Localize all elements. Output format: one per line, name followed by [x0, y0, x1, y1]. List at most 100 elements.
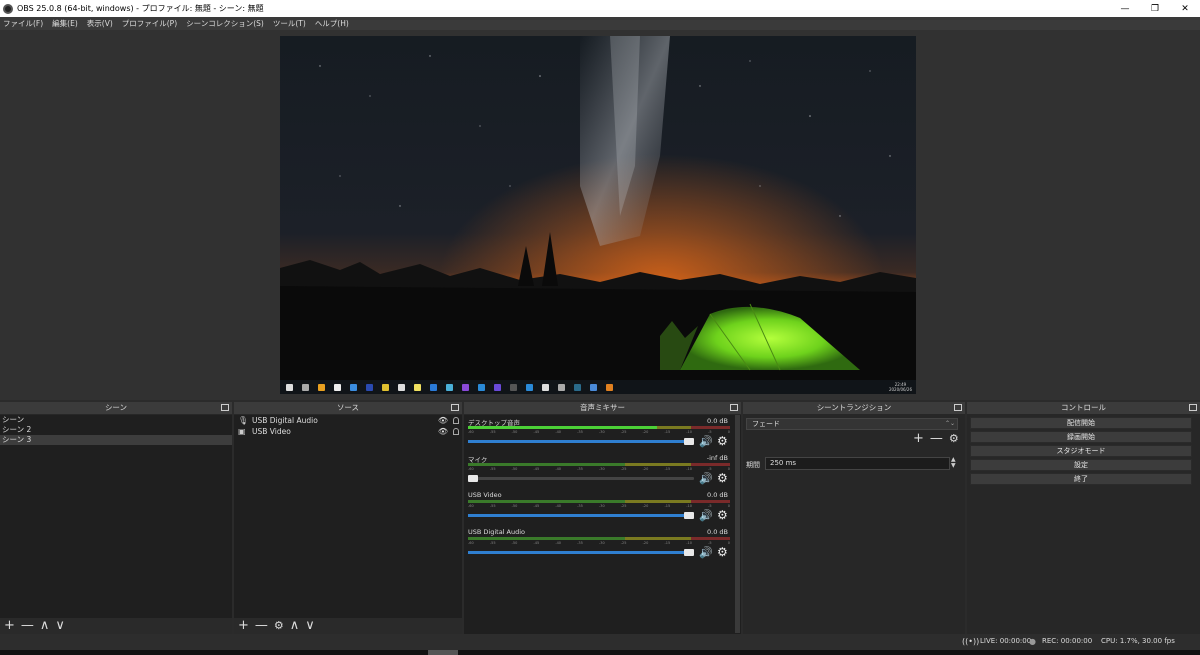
- maximize-button[interactable]: ❐: [1140, 0, 1170, 17]
- mail-icon: [350, 383, 357, 391]
- meter-tick-label: -35: [577, 504, 583, 508]
- chevron-updown-icon: ⌃⌄: [944, 420, 955, 427]
- studio-mode-button[interactable]: スタジオモード: [970, 445, 1192, 457]
- night-sky-image: [280, 36, 916, 394]
- exit-button[interactable]: 終了: [970, 473, 1192, 485]
- controls-title: コントロール: [1061, 403, 1106, 412]
- source-item[interactable]: 🎙 USB Digital Audio 👁: [234, 415, 462, 426]
- visibility-eye-icon[interactable]: 👁: [438, 416, 448, 425]
- move-source-up-button[interactable]: ∧: [290, 618, 300, 634]
- remove-transition-button[interactable]: —: [930, 432, 943, 446]
- vscode-icon: [478, 383, 485, 391]
- close-button[interactable]: ✕: [1170, 0, 1200, 17]
- fader-knob[interactable]: [684, 438, 694, 445]
- meter-tick-label: -60: [468, 467, 474, 471]
- gear-icon[interactable]: ⚙: [717, 545, 728, 559]
- cpu-fps: CPU: 1.7%, 30.00 fps: [1101, 637, 1175, 645]
- meter-tick-label: -50: [511, 541, 518, 545]
- remove-source-button[interactable]: —: [255, 618, 268, 634]
- source-properties-button[interactable]: ⚙: [274, 618, 284, 634]
- speaker-icon[interactable]: 🔊: [699, 435, 713, 448]
- scene-item[interactable]: シーン 2: [0, 425, 232, 435]
- add-transition-button[interactable]: +: [913, 432, 924, 446]
- gear-icon[interactable]: ⚙: [717, 434, 728, 448]
- gear-icon[interactable]: ⚙: [717, 471, 728, 485]
- preview-area: 22:49 2020/06/26: [0, 30, 1200, 400]
- taskbar-thumb: [428, 650, 458, 655]
- transition-properties-gear-icon[interactable]: ⚙: [949, 432, 959, 446]
- menu-help[interactable]: ヘルプ(H): [315, 18, 349, 29]
- volume-fader[interactable]: [468, 475, 694, 482]
- menu-file[interactable]: ファイル(F): [3, 18, 43, 29]
- scenes-toolbar: + — ∧ ∨: [0, 618, 232, 634]
- menu-profile[interactable]: プロファイル(P): [122, 18, 177, 29]
- app2-icon: [494, 383, 501, 391]
- preview-taskbar: 22:49 2020/06/26: [280, 380, 916, 394]
- settings-button[interactable]: 設定: [970, 459, 1192, 471]
- volume-meter: [468, 426, 730, 429]
- mixer-channel: USB Digital Audio 0.0 dB -60 -55 -50 -45 -40 -3…: [466, 528, 730, 564]
- menu-scene-collection[interactable]: シーンコレクション(S): [186, 18, 264, 29]
- fader-knob[interactable]: [684, 512, 694, 519]
- transitions-body: フェード ⌃⌄ + — ⚙ 期間 250 ms ▲ ▼: [743, 415, 965, 634]
- meter-tick-label: -30: [598, 504, 605, 508]
- remove-scene-button[interactable]: —: [21, 618, 34, 634]
- fader-knob[interactable]: [468, 475, 478, 482]
- speaker-icon[interactable]: 🔊: [699, 472, 713, 485]
- add-source-button[interactable]: +: [238, 618, 249, 634]
- undock-icon[interactable]: [1189, 404, 1197, 411]
- live-indicator-icon: ((•)): [962, 637, 980, 646]
- scene-item[interactable]: シーン 3: [0, 435, 232, 445]
- minimize-button[interactable]: —: [1110, 0, 1140, 17]
- mixer-channel: デスクトップ音声 0.0 dB -60 -55 -50 -45 -40 -35 -30 -25 -2…: [466, 417, 730, 453]
- scene-item[interactable]: シーン: [0, 415, 232, 425]
- start-recording-button[interactable]: 録画開始: [970, 431, 1192, 443]
- start-streaming-button[interactable]: 配信開始: [970, 417, 1192, 429]
- undock-icon[interactable]: [730, 404, 738, 411]
- speaker-icon[interactable]: 🔊: [699, 546, 713, 559]
- undock-icon[interactable]: [954, 404, 962, 411]
- meter-tick-label: -25: [620, 504, 627, 508]
- chrome-icon: [318, 383, 325, 391]
- fader-knob[interactable]: [684, 549, 694, 556]
- controls-dock: コントロール 配信開始 録画開始 スタジオモード 設定 終了: [967, 402, 1200, 634]
- duration-spinner-icon[interactable]: ▲ ▼: [951, 457, 956, 469]
- move-source-down-button[interactable]: ∨: [305, 618, 315, 634]
- scenes-dock: シーン シーン シーン 2 シーン 3 + — ∧ ∨: [0, 402, 232, 634]
- transitions-dock: シーントランジション フェード ⌃⌄ + — ⚙ 期間 250 ms ▲ ▼: [743, 402, 965, 634]
- meter-ticks: -60 -55 -50 -45 -40 -35 -30 -25 -20 -15 -10 -5 0: [468, 467, 730, 472]
- menu-edit[interactable]: 編集(E): [52, 18, 78, 29]
- speaker-icon[interactable]: 🔊: [699, 509, 713, 522]
- meter-tick-label: -15: [664, 430, 671, 434]
- obs-logo-icon: [3, 3, 13, 14]
- sources-list: 🎙 USB Digital Audio 👁 ▣ USB Video 👁 + — …: [234, 415, 462, 634]
- volume-fader[interactable]: [468, 438, 694, 445]
- sources-dock: ソース 🎙 USB Digital Audio 👁 ▣ USB Video 👁 …: [234, 402, 462, 634]
- move-scene-up-button[interactable]: ∧: [40, 618, 50, 634]
- meter-tick-label: -45: [533, 467, 540, 471]
- menu-tools[interactable]: ツール(T): [273, 18, 306, 29]
- lock-icon[interactable]: [453, 428, 459, 435]
- add-scene-button[interactable]: +: [4, 618, 15, 634]
- program-preview[interactable]: 22:49 2020/06/26: [280, 36, 916, 394]
- mixer-scrollbar[interactable]: [735, 415, 740, 633]
- window-controls: — ❐ ✕: [1110, 0, 1200, 17]
- gear-icon[interactable]: ⚙: [717, 508, 728, 522]
- meter-tick-label: -25: [620, 541, 627, 545]
- menu-view[interactable]: 表示(V): [87, 18, 113, 29]
- undock-icon[interactable]: [451, 404, 459, 411]
- duration-input[interactable]: 250 ms: [765, 457, 950, 470]
- window-titlebar: OBS 25.0.8 (64-bit, windows) - プロファイル: 無…: [0, 0, 1200, 17]
- meter-tick-label: -60: [468, 504, 474, 508]
- desktop-taskbar-strip: [0, 650, 1200, 655]
- lock-icon[interactable]: [453, 417, 459, 424]
- taskbar-clock: 22:49 2020/06/26: [888, 382, 912, 392]
- app4-icon: [542, 383, 549, 391]
- move-scene-down-button[interactable]: ∨: [55, 618, 65, 634]
- volume-fader[interactable]: [468, 549, 694, 556]
- transition-select[interactable]: フェード ⌃⌄: [746, 418, 958, 430]
- undock-icon[interactable]: [221, 404, 229, 411]
- source-item[interactable]: ▣ USB Video 👁: [234, 426, 462, 437]
- volume-fader[interactable]: [468, 512, 694, 519]
- visibility-eye-icon[interactable]: 👁: [438, 427, 448, 436]
